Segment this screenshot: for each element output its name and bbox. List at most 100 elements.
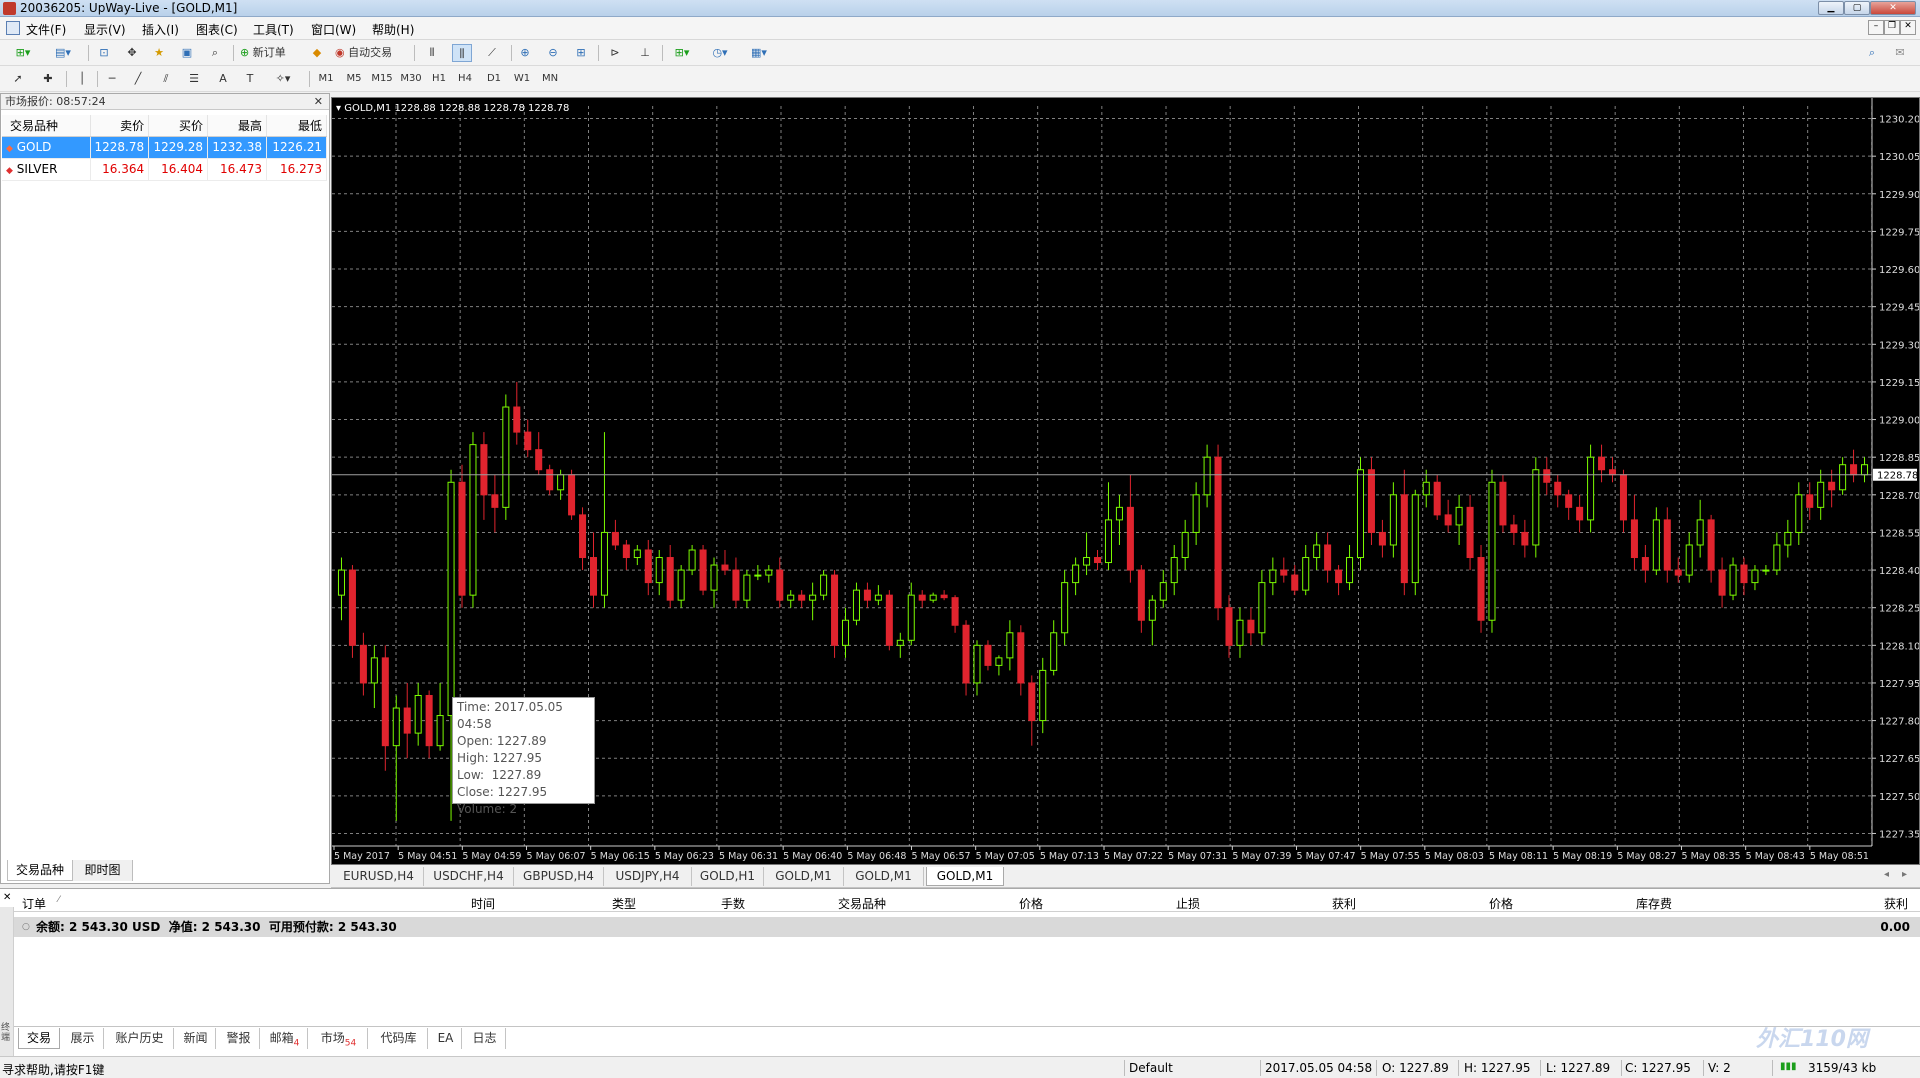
trendline-icon[interactable]: ╱ (128, 70, 148, 88)
candle[interactable] (820, 570, 828, 601)
strategy-tester-icon[interactable]: ⌕ (205, 44, 225, 62)
timeframe-h1[interactable]: H1 (428, 70, 450, 88)
candle[interactable] (1554, 474, 1562, 508)
col-ask[interactable]: 买价 (148, 115, 209, 137)
candle[interactable] (1291, 565, 1299, 596)
candle[interactable] (1608, 457, 1617, 483)
market-watch-icon[interactable]: ⊡ (94, 44, 114, 62)
tab-experts[interactable]: EA (430, 1028, 462, 1049)
candle[interactable] (1477, 544, 1485, 633)
zoom-in-icon[interactable]: ⊕ (515, 44, 535, 62)
metaeditor-icon[interactable]: ◆ (307, 44, 327, 62)
candle[interactable] (1203, 444, 1211, 508)
candle[interactable] (1598, 444, 1606, 483)
tab-trade[interactable]: 交易 (18, 1028, 60, 1049)
tab-mailbox[interactable]: 邮箱4 (262, 1028, 308, 1049)
candle[interactable] (1367, 457, 1375, 545)
chart-shift-icon[interactable]: ⊥ (635, 44, 655, 62)
cursor-icon[interactable]: ➚ (8, 70, 28, 88)
candle[interactable] (425, 690, 433, 759)
tab-symbols[interactable]: 交易品种 (7, 860, 73, 881)
vertical-line-icon[interactable]: │ (72, 70, 92, 88)
candle[interactable] (863, 582, 871, 608)
candle[interactable] (568, 469, 576, 520)
col-bid[interactable]: 卖价 (90, 115, 150, 137)
horizontal-line-icon[interactable]: ─ (102, 70, 122, 88)
candle[interactable] (1137, 565, 1145, 633)
candle[interactable] (710, 557, 718, 608)
candle[interactable] (918, 590, 926, 608)
candle[interactable] (1773, 532, 1781, 576)
text-label-icon[interactable]: T (240, 70, 260, 88)
candle[interactable] (1663, 507, 1671, 583)
candle[interactable] (337, 557, 345, 621)
tabs-scroll-left-icon[interactable]: ◂ (1884, 869, 1889, 880)
tab-code-base[interactable]: 代码库 (370, 1028, 428, 1049)
candle[interactable] (370, 645, 378, 709)
candle[interactable] (633, 544, 641, 566)
timeframe-m30[interactable]: M30 (398, 70, 424, 88)
candle[interactable] (1532, 457, 1540, 558)
candle[interactable] (1017, 625, 1025, 696)
timeframe-d1[interactable]: D1 (483, 70, 505, 88)
line-chart-icon[interactable]: ⟋ (482, 44, 502, 62)
col-swap[interactable]: 库存费 (1636, 895, 1672, 912)
candle[interactable] (348, 565, 356, 658)
timeframe-w1[interactable]: W1 (511, 70, 533, 88)
table-row[interactable]: ◆ GOLD 1228.78 1229.28 1232.38 1226.21 (2, 136, 327, 159)
periods-icon[interactable]: ◷▾ (705, 44, 735, 62)
chart-tab-gold-h1[interactable]: GOLD,H1 (692, 867, 764, 886)
candle[interactable] (403, 682, 411, 759)
col-low[interactable]: 最低 (266, 115, 327, 137)
tabs-scroll-right-icon[interactable]: ▸ (1902, 869, 1907, 880)
candle[interactable] (1740, 557, 1748, 596)
candle[interactable] (1576, 494, 1584, 533)
candle[interactable] (1258, 570, 1266, 646)
candle[interactable] (469, 432, 477, 608)
data-window-icon[interactable]: ✥ (122, 44, 142, 62)
candle[interactable] (1729, 557, 1737, 601)
navigator-icon[interactable]: ★ (149, 44, 169, 62)
terminal-close-icon[interactable]: ✕ (3, 892, 11, 903)
tab-news[interactable]: 新闻 (176, 1028, 216, 1049)
candle[interactable] (798, 590, 806, 608)
candle[interactable] (809, 582, 817, 621)
candle[interactable] (1356, 457, 1365, 571)
auto-trading-button[interactable]: ◉ 自动交易 (335, 44, 407, 62)
candle[interactable] (1400, 469, 1408, 596)
child-minimize-button[interactable]: – (1868, 20, 1884, 35)
candle[interactable] (502, 394, 510, 520)
chart-tab-gold-m1-active[interactable]: GOLD,M1 (926, 867, 1004, 886)
candle[interactable] (1269, 557, 1277, 596)
candle[interactable] (1378, 519, 1386, 558)
menu-tools[interactable]: 工具(T) (253, 21, 294, 38)
chart-tab-usdchf-h4[interactable]: USDCHF,H4 (424, 867, 514, 886)
candle[interactable] (524, 419, 532, 458)
candle[interactable] (776, 557, 784, 608)
candle[interactable] (688, 544, 696, 576)
candle[interactable] (1083, 532, 1091, 576)
candle[interactable] (1696, 499, 1704, 558)
candle[interactable] (666, 544, 674, 608)
chart-tab-gold-m1[interactable]: GOLD,M1 (764, 867, 844, 886)
candle[interactable] (1762, 565, 1770, 576)
candle[interactable] (546, 464, 554, 495)
chart-tab-gbpusd-h4[interactable]: GBPUSD,H4 (514, 867, 604, 886)
candle[interactable] (1148, 595, 1156, 646)
candle[interactable] (1313, 532, 1321, 571)
minimize-button[interactable]: ▁ (1818, 1, 1844, 15)
child-close-button[interactable]: ✕ (1900, 20, 1916, 35)
menu-file[interactable]: 文件(F) (26, 21, 66, 38)
candle[interactable] (896, 632, 904, 658)
col-sl[interactable]: 止损 (1176, 895, 1200, 912)
candle[interactable] (1455, 494, 1463, 545)
col-profit[interactable]: 获利 (1884, 895, 1908, 912)
menu-help[interactable]: 帮助(H) (372, 21, 414, 38)
tab-journal[interactable]: 日志 (464, 1028, 506, 1049)
candle[interactable] (1050, 620, 1058, 676)
candle[interactable] (359, 632, 367, 696)
close-icon[interactable]: ✕ (314, 94, 323, 109)
terminal-icon[interactable]: ▣ (177, 44, 197, 62)
candle[interactable] (1565, 489, 1573, 520)
candle[interactable] (458, 464, 466, 608)
